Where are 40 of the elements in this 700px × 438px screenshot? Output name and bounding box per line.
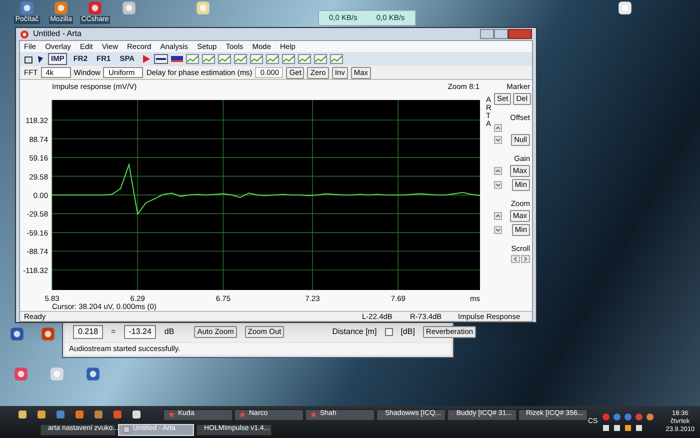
quick-launch-icon[interactable] [75,410,84,419]
window-icon [123,426,130,433]
minimize-icon[interactable] [480,29,494,39]
up-arrow-icon[interactable] [494,167,502,175]
right-arrow-icon[interactable] [521,255,530,263]
play-icon[interactable] [140,54,151,64]
star-icon [239,411,246,418]
down-arrow-icon[interactable] [494,136,502,144]
equals-sign: = [111,326,116,338]
quick-launch-icon[interactable] [37,410,46,419]
down-arrow-icon[interactable] [494,226,502,234]
star-icon [168,411,175,418]
graph-icon[interactable] [250,54,263,64]
quick-launch-icon[interactable] [18,410,27,419]
value-field[interactable]: -13.24 [124,325,156,339]
graph-icon[interactable] [314,54,327,64]
up-arrow-icon[interactable] [494,212,502,220]
window-title: Untitled - Arta [33,28,82,40]
graph-icon[interactable] [266,54,279,64]
graph-icon[interactable] [218,54,231,64]
app-icon[interactable] [9,326,25,342]
distance-label: Distance [m] [332,326,377,338]
unit-label: dB [164,326,174,338]
graph-icon[interactable] [282,54,295,64]
value-field[interactable]: 0.218 [73,325,104,339]
left-arrow-icon[interactable] [511,255,520,263]
star-icon [310,411,317,418]
app-icon [20,30,29,38]
graph-icon[interactable] [330,54,343,64]
checkbox[interactable] [384,328,393,336]
up-arrow-icon[interactable] [494,124,502,132]
graph-icon[interactable] [234,54,247,64]
maximize-icon[interactable] [494,29,508,39]
quick-launch-icon[interactable] [94,410,103,419]
app-icon[interactable] [617,0,633,16]
down-arrow-icon[interactable] [494,181,502,189]
graph-icon[interactable] [298,54,311,64]
quick-launch-icon[interactable] [132,410,141,419]
graph-icon[interactable] [202,54,215,64]
checkbox-label: [dB] [400,326,415,338]
